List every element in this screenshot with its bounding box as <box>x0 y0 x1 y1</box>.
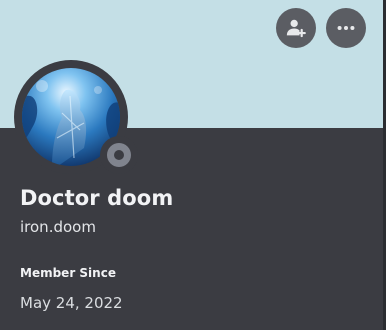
add-friend-button[interactable] <box>276 8 316 48</box>
profile-card: Doctor doom iron.doom Member Since May 2… <box>0 0 386 330</box>
status-indicator <box>100 136 138 174</box>
avatar-ring <box>14 60 138 174</box>
offline-status-icon <box>107 143 131 167</box>
display-name: Doctor doom <box>20 186 174 210</box>
member-since-heading: Member Since <box>20 266 116 280</box>
more-options-icon <box>337 25 355 31</box>
username: iron.doom <box>20 218 96 236</box>
add-friend-icon <box>286 19 306 38</box>
member-since-date: May 24, 2022 <box>20 294 123 312</box>
more-options-button[interactable] <box>326 8 366 48</box>
